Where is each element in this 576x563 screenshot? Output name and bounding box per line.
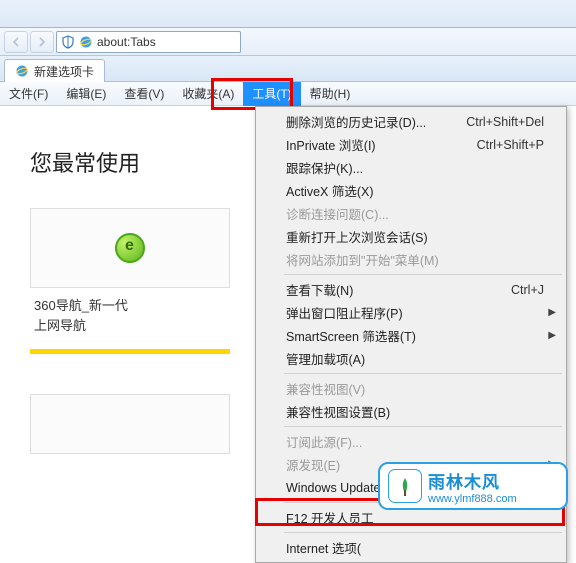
menu-bar: 文件(F) 编辑(E) 查看(V) 收藏夹(A) 工具(T) 帮助(H)	[0, 82, 576, 106]
menu-item-label: 重新打开上次浏览会话(S)	[286, 227, 428, 246]
menu-item-label: 源发现(E)	[286, 455, 340, 474]
menu-edit[interactable]: 编辑(E)	[57, 82, 115, 106]
menu-item-label: 兼容性视图设置(B)	[286, 402, 390, 421]
address-field[interactable]: about:Tabs	[56, 31, 241, 53]
watermark-icon	[388, 469, 422, 503]
tile-caption: 360导航_新一代 上网导航	[30, 288, 230, 343]
menu-item[interactable]: Internet 选项(	[258, 536, 564, 559]
address-bar-row: about:Tabs	[0, 28, 576, 56]
menu-item-label: 诊断连接问题(C)...	[286, 204, 389, 223]
menu-item[interactable]: 重新打开上次浏览会话(S)	[258, 225, 564, 248]
menu-item[interactable]: 兼容性视图设置(B)	[258, 400, 564, 423]
menu-item[interactable]: 删除浏览的历史记录(D)... Ctrl+Shift+Del	[258, 110, 564, 133]
tab-strip: 新建选项卡	[0, 56, 576, 82]
watermark-badge: 雨林木风 www.ylmf888.com	[378, 462, 568, 510]
menu-item: 订阅此源(F)...	[258, 430, 564, 453]
menu-separator	[284, 274, 562, 275]
submenu-arrow-icon: ▶	[548, 307, 556, 318]
menu-item[interactable]: ActiveX 筛选(X)	[258, 179, 564, 202]
menu-item[interactable]: 查看下载(N) Ctrl+J	[258, 278, 564, 301]
menu-shortcut: Ctrl+Shift+P	[477, 138, 544, 152]
forward-button[interactable]	[30, 31, 54, 53]
shield-icon	[61, 35, 75, 49]
menu-item[interactable]: SmartScreen 筛选器(T) ▶	[258, 324, 564, 347]
menu-tools[interactable]: 工具(T)	[243, 82, 300, 106]
menu-separator	[284, 426, 562, 427]
menu-item: 兼容性视图(V)	[258, 377, 564, 400]
back-button[interactable]	[4, 31, 28, 53]
tab-new[interactable]: 新建选项卡	[4, 59, 105, 82]
watermark-title: 雨林木风	[428, 468, 517, 493]
menu-item-label: InPrivate 浏览(I)	[286, 135, 376, 154]
menu-shortcut: Ctrl+Shift+Del	[466, 115, 544, 129]
menu-item-label: 将网站添加到"开始"菜单(M)	[286, 250, 439, 269]
menu-item-label: 订阅此源(F)...	[286, 432, 362, 451]
frequent-tile-2[interactable]	[30, 394, 230, 454]
menu-item-label: Internet 选项(	[286, 538, 361, 557]
menu-item-label: F12 开发人员工	[286, 508, 374, 527]
menu-item-label: 删除浏览的历史记录(D)...	[286, 112, 426, 131]
menu-item[interactable]: 弹出窗口阻止程序(P) ▶	[258, 301, 564, 324]
menu-help[interactable]: 帮助(H)	[301, 82, 360, 106]
tile-accent-bar	[30, 349, 230, 354]
menu-item-label: 管理加载项(A)	[286, 349, 365, 368]
menu-shortcut: Ctrl+J	[511, 283, 544, 297]
menu-view[interactable]: 查看(V)	[115, 82, 173, 106]
menu-item: 将网站添加到"开始"菜单(M)	[258, 248, 564, 271]
url-text: about:Tabs	[97, 35, 156, 49]
menu-item: 诊断连接问题(C)...	[258, 202, 564, 225]
site-icon-360	[115, 233, 145, 263]
menu-item-label: ActiveX 筛选(X)	[286, 181, 374, 200]
menu-item[interactable]: 跟踪保护(K)...	[258, 156, 564, 179]
menu-favorites[interactable]: 收藏夹(A)	[173, 82, 243, 106]
menu-separator	[284, 532, 562, 533]
menu-item-label: 跟踪保护(K)...	[286, 158, 363, 177]
menu-item-label: SmartScreen 筛选器(T)	[286, 326, 416, 345]
tab-title: 新建选项卡	[34, 63, 94, 80]
tile-thumbnail	[30, 208, 230, 288]
frequent-tile-1[interactable]: 360导航_新一代 上网导航	[30, 208, 230, 354]
watermark-url: www.ylmf888.com	[428, 493, 517, 505]
menu-item-label: 查看下载(N)	[286, 280, 353, 299]
menu-file[interactable]: 文件(F)	[0, 82, 57, 106]
menu-item[interactable]: 管理加载项(A)	[258, 347, 564, 370]
menu-item-label: 兼容性视图(V)	[286, 379, 365, 398]
menu-item[interactable]: InPrivate 浏览(I) Ctrl+Shift+P	[258, 133, 564, 156]
ie-icon	[15, 64, 29, 78]
menu-item-label: 弹出窗口阻止程序(P)	[286, 303, 403, 322]
submenu-arrow-icon: ▶	[548, 330, 556, 341]
ie-icon	[79, 35, 93, 49]
window-titlebar	[0, 0, 576, 28]
menu-separator	[284, 373, 562, 374]
